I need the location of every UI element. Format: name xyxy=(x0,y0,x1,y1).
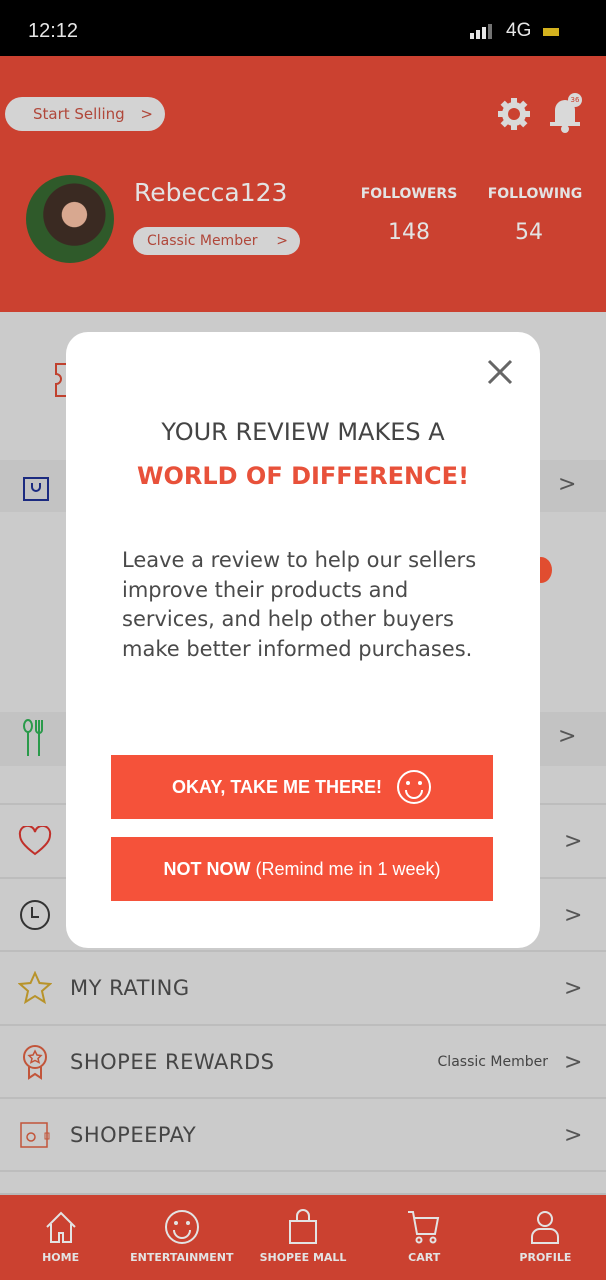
profile-icon xyxy=(531,1211,560,1244)
menu-item-shopeepay[interactable]: SHOPEEPAY > xyxy=(0,1097,606,1171)
signal-icon xyxy=(470,24,492,39)
menu-label: MY RATING xyxy=(70,976,190,1000)
nav-label: ENTERTAINMENT xyxy=(130,1251,234,1264)
nav-profile[interactable]: PROFILE xyxy=(485,1195,606,1280)
chevron-right-icon: > xyxy=(564,1049,583,1075)
nav-entertainment[interactable]: ENTERTAINMENT xyxy=(121,1195,242,1280)
chevron-right-icon: > xyxy=(140,105,153,123)
button-label: OKAY, TAKE ME THERE! xyxy=(171,776,383,797)
nav-home[interactable]: HOME xyxy=(0,1195,121,1280)
start-selling-label: Start Selling xyxy=(33,105,125,123)
membership-value: Classic Member xyxy=(437,1054,548,1070)
close-icon[interactable] xyxy=(486,358,514,386)
following-label: FOLLOWING xyxy=(487,186,583,202)
take-me-there-button[interactable]: OKAY, TAKE ME THERE! xyxy=(111,755,493,819)
nav-shopee-mall[interactable]: SHOPEE MALL xyxy=(242,1195,363,1280)
gear-icon[interactable] xyxy=(496,96,532,132)
button-label: (Remind me in 1 week) xyxy=(250,858,441,879)
modal-title-highlight: WORLD OF DIFFERENCE! xyxy=(136,462,470,490)
avatar[interactable] xyxy=(26,175,114,263)
network-type: 4G xyxy=(506,20,532,41)
nav-label: HOME xyxy=(42,1251,80,1264)
cart-icon xyxy=(408,1211,440,1244)
heart-icon xyxy=(18,826,52,856)
nav-cart[interactable]: CART xyxy=(364,1195,485,1280)
chevron-right-icon: > xyxy=(276,233,288,249)
clock: 12:12 xyxy=(28,20,79,42)
menu-item-my-rating[interactable]: MY RATING > xyxy=(0,950,606,1024)
battery-icon xyxy=(543,28,559,36)
wallet-icon xyxy=(20,1122,50,1148)
shopping-bag-icon xyxy=(23,477,49,501)
smiley-icon xyxy=(164,1210,199,1244)
membership-button[interactable]: Classic Member > xyxy=(133,227,300,255)
menu-label: SHOPEE REWARDS xyxy=(70,1050,275,1074)
chevron-right-icon: > xyxy=(564,902,583,928)
star-icon xyxy=(18,971,52,1005)
chevron-right-icon: > xyxy=(564,1122,583,1148)
chevron-right-icon: > xyxy=(564,975,583,1001)
award-icon xyxy=(23,1045,47,1080)
followers-label: FOLLOWERS xyxy=(360,186,458,202)
username: Rebecca123 xyxy=(134,178,288,207)
button-label-bold: NOT NOW xyxy=(163,858,251,879)
modal-title: YOUR REVIEW MAKES A xyxy=(161,418,445,446)
home-icon xyxy=(45,1211,76,1243)
profile-header: Start Selling > 36 Rebecca123 Classic Mem… xyxy=(0,56,606,312)
modal-body: Leave a review to help our sellers impro… xyxy=(122,548,477,661)
bottom-nav: HOME ENTERTAINMENT SHOPEE MALL CART PROF… xyxy=(0,1193,606,1280)
not-now-button[interactable]: NOT NOW (Remind me in 1 week) xyxy=(111,837,493,901)
menu-label: SHOPEEPAY xyxy=(70,1123,197,1147)
start-selling-button[interactable]: Start Selling > xyxy=(5,97,165,131)
nav-label: SHOPEE MALL xyxy=(259,1251,347,1264)
menu-item-partial xyxy=(0,1170,606,1193)
followers-count[interactable]: 148 xyxy=(356,220,462,245)
chevron-right-icon: > xyxy=(558,724,577,749)
notification-badge: 36 xyxy=(568,93,582,107)
following-count[interactable]: 54 xyxy=(476,220,582,245)
chevron-right-icon: > xyxy=(558,472,577,497)
chevron-right-icon: > xyxy=(564,828,583,854)
shopping-bag-icon xyxy=(289,1209,317,1244)
status-bar: 12:12 4G xyxy=(0,0,606,56)
menu-item-shopee-rewards[interactable]: SHOPEE REWARDS Classic Member > xyxy=(0,1024,606,1098)
review-modal: YOUR REVIEW MAKES A WORLD OF DIFFERENCE!… xyxy=(66,332,540,948)
nav-label: PROFILE xyxy=(519,1251,572,1264)
fork-spoon-icon xyxy=(23,719,43,756)
clock-icon xyxy=(20,900,50,930)
smiley-icon xyxy=(397,770,432,804)
membership-label: Classic Member xyxy=(147,233,258,249)
nav-label: CART xyxy=(408,1251,441,1264)
